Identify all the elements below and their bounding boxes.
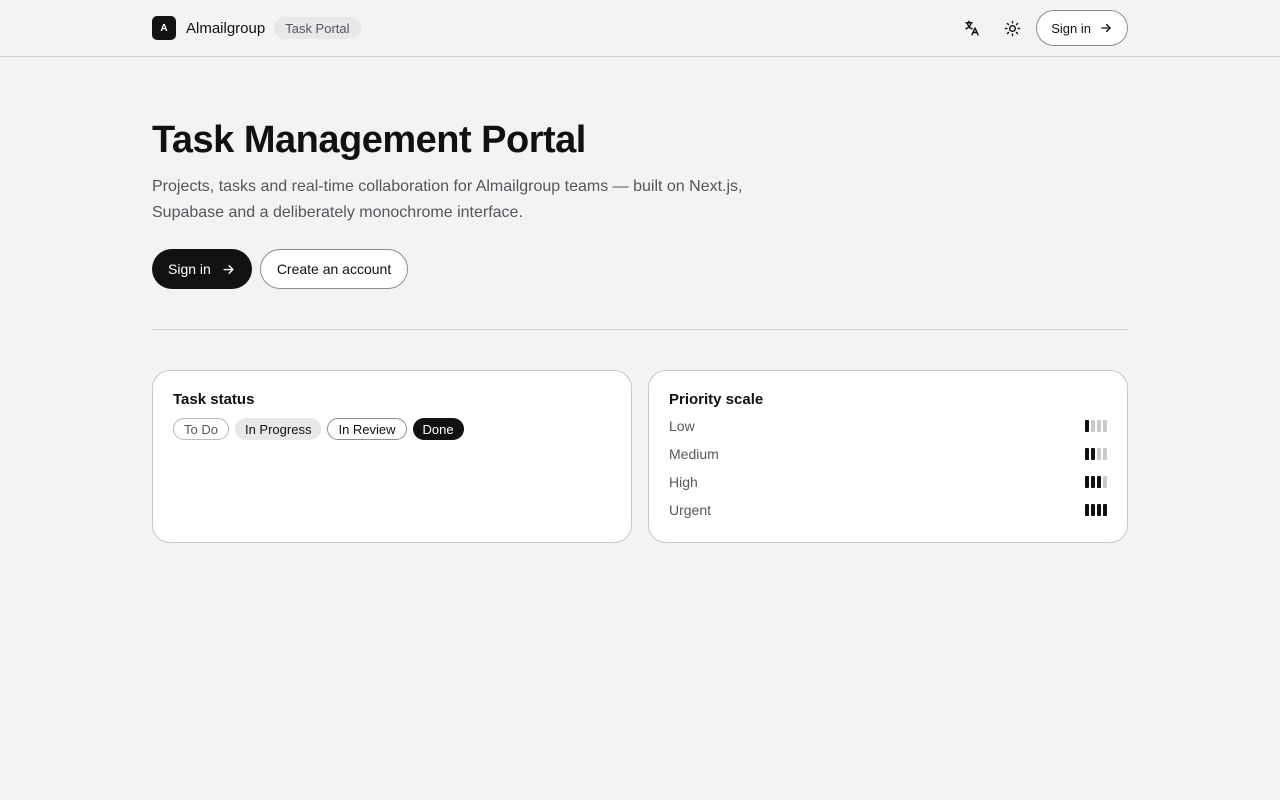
- sign-in-button[interactable]: Sign in: [152, 249, 252, 289]
- priority-bar-empty: [1103, 476, 1107, 488]
- brand-name: Almailgroup: [186, 19, 266, 37]
- priority-scale-card: Priority scale Low Medium High Urgent: [648, 370, 1128, 543]
- brand-chip: Task Portal: [274, 17, 361, 39]
- hero-actions: Sign in Create an account: [152, 249, 409, 289]
- brand-logo: A: [152, 16, 176, 40]
- priority-row-medium: Medium: [669, 440, 1107, 468]
- page-title: Task Management Portal: [152, 119, 586, 161]
- priority-list: Low Medium High Urgent: [669, 418, 1107, 524]
- priority-indicator: [1083, 448, 1107, 460]
- priority-bar-empty: [1103, 420, 1107, 432]
- priority-bar-empty: [1097, 448, 1101, 460]
- priority-bar-filled: [1091, 476, 1095, 488]
- priority-bar-filled: [1097, 504, 1101, 516]
- priority-label: High: [669, 474, 698, 490]
- priority-bar-filled: [1097, 476, 1101, 488]
- priority-row-low: Low: [669, 412, 1107, 440]
- top-navigation-bar: A Almailgroup Task Portal Sign in: [0, 0, 1280, 57]
- priority-indicator: [1083, 420, 1107, 432]
- priority-indicator: [1083, 476, 1107, 488]
- create-account-button[interactable]: Create an account: [259, 249, 409, 289]
- hero-description: Projects, tasks and real-time collaborat…: [152, 178, 743, 221]
- task-status-title: Task status: [173, 391, 255, 408]
- task-status-card: Task status To Do In Progress In Review …: [152, 370, 632, 543]
- status-pill-todo[interactable]: To Do: [173, 418, 229, 440]
- priority-label: Urgent: [669, 502, 712, 518]
- translate-icon: [965, 20, 979, 36]
- priority-scale-title: Priority scale: [669, 391, 764, 408]
- priority-bar-filled: [1091, 448, 1095, 460]
- status-pill-list: To Do In Progress In Review Done: [173, 418, 470, 440]
- arrow-right-icon: [1101, 23, 1111, 33]
- priority-row-urgent: Urgent: [669, 496, 1107, 524]
- hero-section: Task Management Portal Projects, tasks a…: [152, 118, 1128, 226]
- sign-in-label: Sign in: [168, 261, 211, 277]
- priority-bar-empty: [1097, 420, 1101, 432]
- sun-icon: [1004, 20, 1021, 36]
- status-pill-done[interactable]: Done: [412, 418, 464, 440]
- priority-bar-empty: [1091, 420, 1095, 432]
- top-actions: Sign in: [954, 10, 1128, 46]
- priority-bar-filled: [1085, 448, 1089, 460]
- priority-label: Medium: [669, 446, 719, 462]
- section-divider: [152, 329, 1128, 330]
- arrow-right-icon: [223, 264, 234, 274]
- priority-bar-filled: [1085, 476, 1089, 488]
- header-sign-in-button[interactable]: Sign in: [1036, 10, 1128, 46]
- priority-row-high: High: [669, 468, 1107, 496]
- brand[interactable]: A Almailgroup Task Portal: [152, 16, 361, 40]
- language-button[interactable]: [954, 10, 990, 46]
- priority-bar-empty: [1103, 448, 1107, 460]
- create-account-label: Create an account: [276, 261, 392, 277]
- status-pill-in-review[interactable]: In Review: [327, 418, 407, 440]
- priority-bar-filled: [1103, 504, 1107, 516]
- priority-bar-filled: [1085, 504, 1089, 516]
- priority-bar-filled: [1091, 504, 1095, 516]
- header-sign-in-label: Sign in: [1051, 20, 1091, 36]
- priority-indicator: [1083, 504, 1107, 516]
- status-pill-in-progress[interactable]: In Progress: [234, 418, 322, 440]
- priority-bar-filled: [1085, 420, 1089, 432]
- theme-toggle-button[interactable]: [994, 10, 1030, 46]
- priority-label: Low: [669, 418, 695, 434]
